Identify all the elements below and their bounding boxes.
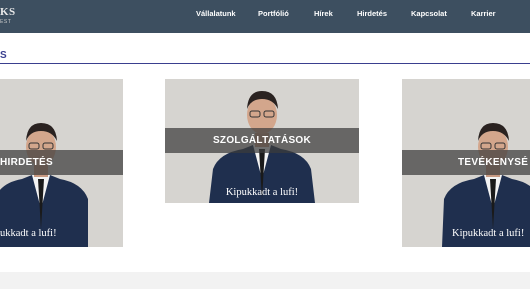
nav-item-kapcsolat[interactable]: Kapcsolat xyxy=(411,9,447,18)
card-caption: Kipukkadt a lufi! xyxy=(225,187,299,198)
service-card-hirdetes[interactable]: HIRDETÉS ukkadt a lufi! xyxy=(0,79,123,247)
section-divider xyxy=(0,63,530,64)
nav-item-hirdetes[interactable]: Hirdetés xyxy=(357,9,387,18)
card-overlay-title: SZOLGÁLTATÁSOK xyxy=(212,135,312,146)
card-overlay-title: TEVÉKENYSÉ xyxy=(458,157,529,168)
top-navigation-bar: KS EST Vállalatunk Portfólió Hírek Hirde… xyxy=(0,0,530,33)
card-caption: ukkadt a lufi! xyxy=(0,228,57,239)
nav-item-portfolio[interactable]: Portfólió xyxy=(258,9,289,18)
card-caption: Kipukkadt a lufi! xyxy=(452,228,525,239)
logo-subtext: EST xyxy=(0,19,12,25)
section-title: S xyxy=(0,50,7,61)
footer-strip xyxy=(0,272,530,289)
service-card-szolgaltatasok[interactable]: SZOLGÁLTATÁSOK Kipukkadt a lufi! xyxy=(165,79,359,203)
logo[interactable]: KS xyxy=(0,6,16,18)
service-card-tevekenyseg[interactable]: TEVÉKENYSÉ Kipukkadt a lufi! xyxy=(402,79,530,247)
card-overlay-title: HIRDETÉS xyxy=(0,157,53,168)
nav-item-hirek[interactable]: Hírek xyxy=(314,9,333,18)
nav-item-karrier[interactable]: Karrier xyxy=(471,9,496,18)
nav-item-vallalatunk[interactable]: Vállalatunk xyxy=(196,9,236,18)
